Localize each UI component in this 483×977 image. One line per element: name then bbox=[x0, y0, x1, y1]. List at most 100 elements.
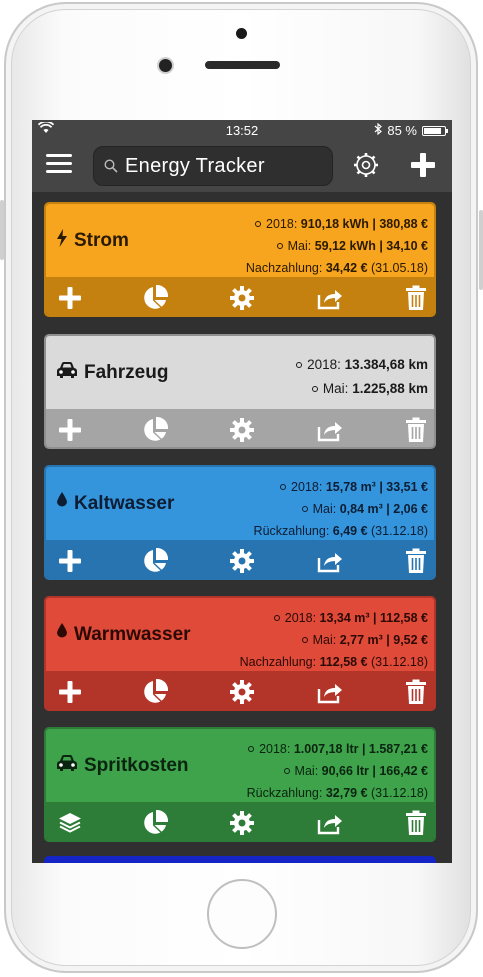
share-icon[interactable] bbox=[316, 678, 344, 706]
card-title-text: Spritkosten bbox=[84, 754, 189, 776]
card-title: Strom bbox=[56, 204, 129, 277]
trash-icon[interactable] bbox=[402, 547, 430, 575]
add-entry-icon[interactable] bbox=[56, 416, 84, 444]
settlement-label: Nachzahlung: bbox=[245, 261, 326, 275]
card-title-text: Warmwasser bbox=[74, 623, 191, 645]
trash-icon[interactable] bbox=[402, 678, 430, 706]
pie-chart-icon[interactable] bbox=[141, 284, 169, 312]
settlement-date: (31.12.18) bbox=[367, 524, 428, 538]
side-button bbox=[0, 200, 4, 260]
pie-chart-icon[interactable] bbox=[141, 678, 169, 706]
settlement-row: Nachzahlung: 34,42 € (31.05.18) bbox=[246, 257, 428, 279]
circle-bullet-icon bbox=[311, 386, 318, 392]
trash-icon[interactable] bbox=[402, 809, 430, 837]
add-tracker-button[interactable] bbox=[408, 150, 438, 185]
tracker-card-warmwasser[interactable]: Warmwasser 2018: 13,34 m³ | 112,58 € Mai: … bbox=[44, 596, 436, 711]
bluetooth-icon bbox=[374, 122, 383, 138]
card-action-bar bbox=[46, 277, 434, 315]
stat-label: Mai: bbox=[294, 764, 322, 778]
stat-row: 2018: 910,18 kWh | 380,88 € bbox=[246, 213, 428, 235]
stat-row: 2018: 13,34 m³ | 112,58 € bbox=[240, 607, 428, 629]
stat-value: 0,84 m³ | 2,06 € bbox=[339, 502, 428, 516]
stat-label: Mai: bbox=[312, 633, 340, 647]
settlement-label: Nachzahlung: bbox=[239, 655, 320, 669]
tracker-card-kaltwasser[interactable]: Kaltwasser 2018: 15,78 m³ | 33,51 € Mai: 0… bbox=[44, 465, 436, 580]
search-icon bbox=[104, 159, 118, 173]
battery-icon bbox=[422, 125, 448, 136]
gear-icon[interactable] bbox=[228, 678, 256, 706]
pie-chart-icon[interactable] bbox=[141, 547, 169, 575]
card-header[interactable]: Kaltwasser 2018: 15,78 m³ | 33,51 € Mai: 0… bbox=[46, 467, 434, 540]
add-entry-icon[interactable] bbox=[56, 678, 84, 706]
gear-icon[interactable] bbox=[228, 809, 256, 837]
circle-bullet-icon bbox=[255, 221, 262, 227]
pie-chart-icon[interactable] bbox=[141, 809, 169, 837]
circle-bullet-icon bbox=[273, 615, 280, 621]
menu-icon[interactable] bbox=[46, 154, 72, 174]
nav-bar: Energy Tracker bbox=[32, 140, 452, 192]
circle-bullet-icon bbox=[276, 243, 283, 249]
share-icon[interactable] bbox=[316, 416, 344, 444]
circle-bullet-icon bbox=[248, 746, 255, 752]
next-card-peek bbox=[44, 856, 436, 863]
stat-value: 910,18 kWh | 380,88 € bbox=[300, 217, 428, 231]
card-header[interactable]: Strom 2018: 910,18 kWh | 380,88 € Mai: 59,… bbox=[46, 204, 434, 277]
stat-value: 90,66 ltr | 166,42 € bbox=[321, 764, 428, 778]
stat-value: 1.007,18 ltr | 1.587,21 € bbox=[293, 742, 428, 756]
card-title: Warmwasser bbox=[56, 598, 191, 671]
earpiece-speaker bbox=[205, 61, 280, 69]
share-icon[interactable] bbox=[316, 809, 344, 837]
card-action-bar bbox=[46, 802, 434, 840]
circle-bullet-icon bbox=[301, 637, 308, 643]
card-header[interactable]: Spritkosten 2018: 1.007,18 ltr | 1.587,21… bbox=[46, 729, 434, 802]
stat-row: Mai: 90,66 ltr | 166,42 € bbox=[247, 760, 428, 782]
card-header[interactable]: Warmwasser 2018: 13,34 m³ | 112,58 € Mai: … bbox=[46, 598, 434, 671]
settlement-row: Nachzahlung: 112,58 € (31.12.18) bbox=[240, 651, 428, 673]
card-title-text: Fahrzeug bbox=[84, 361, 169, 383]
card-header[interactable]: Fahrzeug 2018: 13.384,68 km Mai: 1.225,88 … bbox=[46, 336, 434, 409]
card-title: Fahrzeug bbox=[56, 336, 168, 409]
share-icon[interactable] bbox=[316, 284, 344, 312]
trash-icon[interactable] bbox=[402, 416, 430, 444]
tracker-card-strom[interactable]: Strom 2018: 910,18 kWh | 380,88 € Mai: 59,… bbox=[44, 202, 436, 317]
add-entry-icon[interactable] bbox=[56, 284, 84, 312]
stat-label: 2018: bbox=[291, 480, 326, 494]
gear-icon[interactable] bbox=[228, 284, 256, 312]
trash-icon[interactable] bbox=[402, 284, 430, 312]
gear-icon[interactable] bbox=[228, 416, 256, 444]
home-button[interactable] bbox=[207, 879, 277, 949]
app-screen: 13:52 85 % Energy Tracker Strom 2018: 910… bbox=[32, 120, 452, 863]
card-stats: 2018: 15,78 m³ | 33,51 € Mai: 0,84 m³ | 2… bbox=[254, 476, 428, 542]
pie-chart-icon[interactable] bbox=[141, 416, 169, 444]
stat-row: Mai: 2,77 m³ | 9,52 € bbox=[240, 629, 428, 651]
settlement-value: 6,49 € bbox=[332, 524, 368, 538]
stat-value: 13.384,68 km bbox=[344, 357, 428, 372]
settlement-row: Rückzahlung: 6,49 € (31.12.18) bbox=[254, 520, 428, 542]
battery-percent: 85 % bbox=[387, 123, 417, 138]
settlement-value: 32,79 € bbox=[325, 786, 368, 800]
card-stats: 2018: 910,18 kWh | 380,88 € Mai: 59,12 kW… bbox=[246, 213, 428, 279]
circle-bullet-icon bbox=[296, 362, 303, 368]
stat-row: Mai: 0,84 m³ | 2,06 € bbox=[254, 498, 428, 520]
card-action-bar bbox=[46, 409, 434, 447]
add-entry-icon[interactable] bbox=[56, 547, 84, 575]
layers-icon[interactable] bbox=[56, 809, 84, 837]
card-title: Kaltwasser bbox=[56, 467, 174, 540]
stat-label: 2018: bbox=[259, 742, 294, 756]
side-button bbox=[479, 210, 483, 290]
search-field[interactable]: Energy Tracker bbox=[93, 146, 333, 186]
tracker-card-spritkosten[interactable]: Spritkosten 2018: 1.007,18 ltr | 1.587,21… bbox=[44, 727, 436, 842]
drop-icon bbox=[56, 492, 68, 515]
gear-icon[interactable] bbox=[228, 547, 256, 575]
stat-row: 2018: 1.007,18 ltr | 1.587,21 € bbox=[247, 738, 428, 760]
tracker-card-fahrzeug[interactable]: Fahrzeug 2018: 13.384,68 km Mai: 1.225,88 … bbox=[44, 334, 436, 449]
share-icon[interactable] bbox=[316, 547, 344, 575]
settlement-value: 34,42 € bbox=[325, 261, 368, 275]
stat-value: 2,77 m³ | 9,52 € bbox=[339, 633, 428, 647]
car-icon bbox=[56, 754, 78, 778]
stat-label: 2018: bbox=[266, 217, 301, 231]
settlement-date: (31.05.18) bbox=[367, 261, 428, 275]
settings-gear-icon[interactable] bbox=[351, 150, 381, 185]
stat-label: 2018: bbox=[284, 611, 320, 625]
card-stats: 2018: 1.007,18 ltr | 1.587,21 € Mai: 90,6… bbox=[247, 738, 428, 804]
